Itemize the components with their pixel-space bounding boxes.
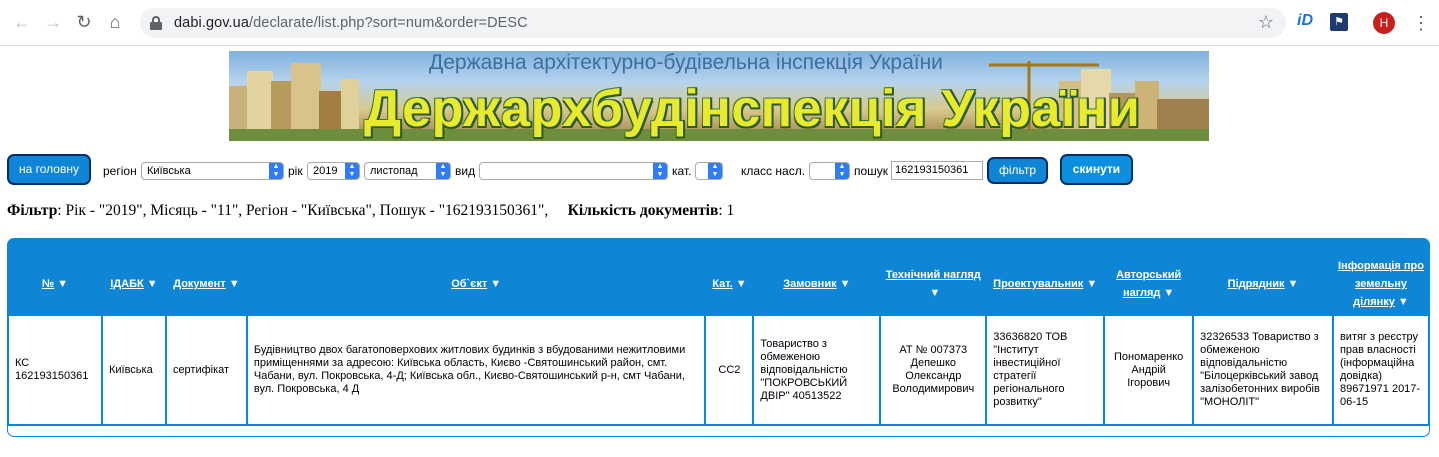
lock-icon [150, 16, 162, 30]
cell-designer: 33636820 ТОВ "Інститут інвестиційної стр… [987, 316, 1104, 424]
filter-summary-label: Фільтр [7, 202, 58, 219]
cell-num: КС 162193150361 [9, 316, 101, 424]
table-row: КС 162193150361 Київська сертифікат Буді… [9, 316, 1428, 424]
reset-button[interactable]: скинути [1060, 154, 1133, 185]
year-label: рік [288, 164, 303, 178]
cell-object: Будівництво двох багатоповерхових житлов… [247, 316, 705, 424]
bookmark-star-icon[interactable]: ☆ [1258, 12, 1274, 33]
filter-summary-text: : Рік - "2019", Місяць - "11", Регіон - … [57, 202, 549, 219]
chevron-updown-icon: ▲ ▼ [835, 163, 849, 179]
sort-down-icon: ▼ [146, 278, 158, 290]
column-header-document[interactable]: Документ ▼ [166, 254, 246, 314]
table-bottom-bar [7, 425, 1430, 437]
chevron-updown-icon: ▲ ▼ [269, 163, 283, 179]
back-icon[interactable]: ← [11, 12, 33, 34]
document-count-label: Кількість документів [567, 202, 719, 219]
cell-idabk: Київська [102, 316, 165, 424]
browser-toolbar: ← → ↻ ⌂ dabi.gov.ua/declarate/list.php?s… [0, 0, 1439, 46]
column-header-land-info[interactable]: Інформація про земельну ділянку ▼ [1333, 254, 1428, 314]
sort-down-icon: ▼ [57, 278, 69, 290]
sort-down-icon: ▼ [1163, 287, 1175, 299]
chevron-updown-icon: ▲ ▼ [708, 163, 722, 179]
type-select[interactable]: ▲ ▼ [479, 162, 668, 180]
class-select[interactable]: ▲ ▼ [809, 162, 850, 180]
column-header-category[interactable]: Кат. ▼ [706, 254, 753, 314]
sort-down-icon: ▼ [1287, 278, 1299, 290]
cell-tech-supervision: АТ № 007373 Депешко Олександр Володимиро… [881, 316, 986, 424]
banner-subtitle: Державна архітектурно-будівельна інспекц… [429, 51, 943, 74]
column-header-designer[interactable]: Проектувальник ▼ [987, 254, 1104, 314]
cell-land-info: витяг з реєстру прав власності (інформац… [1333, 316, 1428, 424]
filter-bar: на головну регіон Київська ▲ ▼ рік 2019 ▲… [7, 154, 1437, 188]
documents-table: № ▼ ІДАБК ▼ Документ ▼ Об`єкт ▼ Кат. ▼ Замовн… [7, 252, 1430, 426]
table-top-bar [7, 238, 1430, 252]
url-text[interactable]: dabi.gov.ua/declarate/list.php?sort=num&… [174, 15, 528, 31]
site-banner[interactable]: Державна архітектурно-будівельна інспекц… [229, 51, 1209, 141]
extension-id-icon[interactable]: iD [1297, 12, 1313, 30]
forward-icon[interactable]: → [42, 12, 64, 34]
sort-down-icon: ▼ [490, 278, 502, 290]
address-bar[interactable]: dabi.gov.ua/declarate/list.php?sort=num&… [140, 8, 1286, 38]
filter-summary: Фільтр: Рік - "2019", Місяць - "11", Рег… [7, 202, 734, 220]
column-header-num[interactable]: № ▼ [9, 254, 101, 314]
column-header-tech-supervision[interactable]: Технічний нагляд▼ [881, 254, 986, 314]
chevron-updown-icon: ▲ ▼ [436, 163, 450, 179]
home-button[interactable]: на головну [7, 154, 91, 185]
sort-down-icon: ▼ [735, 278, 747, 290]
chevron-updown-icon: ▲ ▼ [653, 163, 667, 179]
type-label: вид [455, 164, 476, 178]
menu-kebab-icon[interactable]: ⋮ [1412, 12, 1430, 34]
category-select[interactable]: ▲ ▼ [695, 162, 723, 180]
month-value: листопад [370, 165, 418, 177]
region-select[interactable]: Київська ▲ ▼ [141, 162, 284, 180]
cell-customer: Товариство з обмеженою відповідальністю … [754, 316, 880, 424]
reload-icon[interactable]: ↻ [73, 12, 95, 34]
cell-contractor: 32326533 Товариство з обмеженою відповід… [1194, 316, 1332, 424]
filter-button[interactable]: фільтр [987, 157, 1048, 184]
column-header-author-supervision[interactable]: Авторський нагляд ▼ [1105, 254, 1193, 314]
sort-down-icon: ▼ [1397, 296, 1409, 308]
column-header-customer[interactable]: Замовник ▼ [754, 254, 880, 314]
extension-icon[interactable]: ⚑ [1330, 13, 1348, 31]
region-value: Київська [147, 165, 191, 177]
profile-avatar[interactable]: H [1373, 12, 1395, 34]
chevron-updown-icon: ▲ ▼ [345, 163, 359, 179]
column-header-object[interactable]: Об`єкт ▼ [247, 254, 705, 314]
home-icon[interactable]: ⌂ [104, 12, 126, 34]
sort-down-icon: ▼ [839, 278, 851, 290]
sort-down-icon: ▼ [228, 278, 240, 290]
column-header-contractor[interactable]: Підрядник ▼ [1194, 254, 1332, 314]
document-count-value: : 1 [718, 202, 735, 219]
year-select[interactable]: 2019 ▲ ▼ [307, 162, 360, 180]
search-input[interactable]: 162193150361 [891, 161, 983, 180]
banner-title: Держархбудінспекція України [364, 80, 1141, 138]
column-header-idabk[interactable]: ІДАБК ▼ [102, 254, 165, 314]
year-value: 2019 [313, 165, 338, 177]
class-label: класс насл. [741, 164, 806, 178]
cell-category: СС2 [706, 316, 753, 424]
table-header-row: № ▼ ІДАБК ▼ Документ ▼ Об`єкт ▼ Кат. ▼ Замовн… [9, 254, 1428, 314]
sort-down-icon: ▼ [1086, 278, 1098, 290]
region-label: регіон [103, 164, 137, 178]
category-label: кат. [672, 164, 692, 178]
month-select[interactable]: листопад ▲ ▼ [364, 162, 451, 180]
sort-down-icon: ▼ [929, 287, 941, 299]
search-label: пошук [854, 164, 889, 178]
cell-document: сертифікат [166, 316, 246, 424]
cell-author-supervision: Пономаренко Андрій Ігорович [1105, 316, 1193, 424]
